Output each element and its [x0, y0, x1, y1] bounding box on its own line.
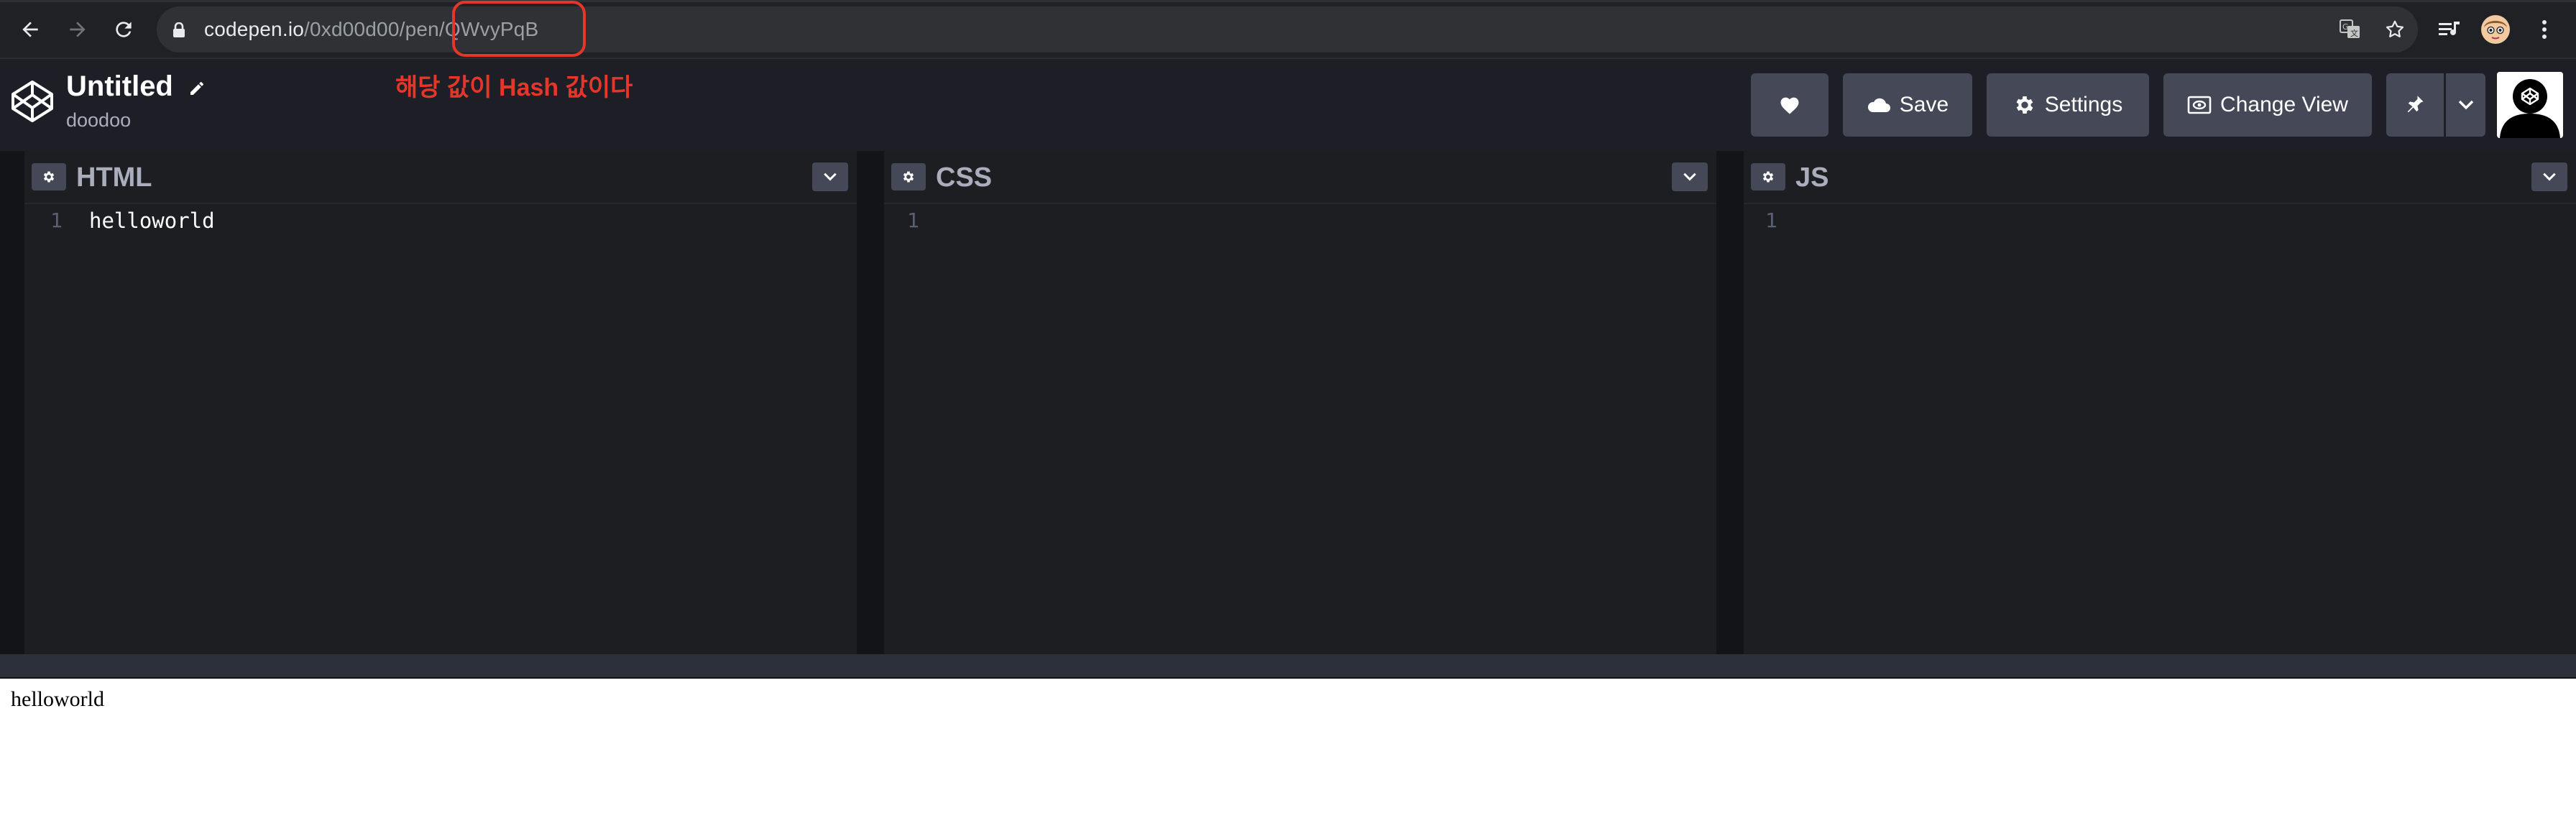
pen-title-text: Untitled — [66, 70, 173, 102]
css-editor-panel: CSS 1 — [884, 151, 1716, 654]
css-collapse-button[interactable] — [1672, 162, 1708, 191]
js-editor-header: JS — [1744, 151, 2576, 204]
pin-dropdown-button[interactable] — [2446, 73, 2485, 137]
editor-area: HTML 1 helloworld CSS 1 JS 1 — [0, 151, 2576, 677]
settings-label: Settings — [2044, 93, 2123, 116]
pencil-icon[interactable] — [188, 72, 206, 104]
heart-button[interactable] — [1751, 73, 1828, 137]
gear-icon — [2016, 96, 2033, 114]
view-icon — [2187, 96, 2212, 114]
menu-icon[interactable] — [2527, 12, 2562, 47]
gear-icon — [43, 171, 55, 183]
heart-icon — [1780, 97, 1799, 114]
forward-icon[interactable] — [60, 12, 95, 47]
js-settings-button[interactable] — [1751, 163, 1785, 191]
chevron-down-icon — [824, 173, 837, 181]
gear-icon — [903, 171, 914, 183]
chevron-down-icon — [1683, 173, 1696, 181]
save-label: Save — [1899, 93, 1949, 116]
js-collapse-button[interactable] — [2531, 162, 2567, 191]
svg-text:文: 文 — [2350, 28, 2358, 38]
js-editor-title: JS — [1795, 162, 1829, 193]
tabstrip-edge — [0, 0, 2576, 2]
translate-icon[interactable]: G文 — [2337, 17, 2363, 42]
user-avatar[interactable] — [2497, 72, 2563, 138]
preview-resizer[interactable] — [0, 654, 2576, 677]
pen-title[interactable]: Untitled — [66, 70, 206, 104]
preview-pane: helloworld — [0, 679, 2576, 821]
hash-annotation: 해당 값이 Hash 값이다 — [395, 74, 633, 101]
gear-icon — [1762, 171, 1774, 183]
address-bar[interactable]: codepen.io/0xd00d00/pen/QWvyPqB G文 — [157, 1, 2418, 57]
media-icon[interactable] — [2432, 12, 2467, 47]
line-number: 1 — [50, 208, 63, 232]
cloud-icon — [1867, 98, 1890, 112]
html-settings-button[interactable] — [32, 163, 66, 191]
preview-output: helloworld — [11, 687, 104, 711]
html-editor-title: HTML — [76, 162, 152, 193]
html-collapse-button[interactable] — [812, 162, 848, 191]
save-button[interactable]: Save — [1843, 73, 1972, 137]
back-icon[interactable] — [13, 12, 47, 47]
change-view-label: Change View — [2220, 93, 2348, 116]
html-editor-header: HTML — [24, 151, 857, 204]
star-icon[interactable] — [2382, 17, 2408, 42]
profile-avatar[interactable] — [2478, 12, 2513, 47]
js-editor-panel: JS 1 — [1744, 151, 2576, 654]
hash-highlight-box — [452, 1, 586, 57]
change-view-button[interactable]: Change View — [2163, 73, 2372, 137]
pin-icon — [2407, 96, 2424, 113]
html-editor-panel: HTML 1 helloworld — [24, 151, 857, 654]
url-path: /0xd00d00/pen/ — [304, 18, 445, 40]
pin-button[interactable] — [2386, 73, 2444, 137]
css-editor-title: CSS — [936, 162, 993, 193]
css-editor-header: CSS — [884, 151, 1716, 204]
svg-text:G: G — [2342, 22, 2349, 32]
line-number: 1 — [907, 208, 919, 232]
css-settings-button[interactable] — [891, 163, 926, 191]
codepen-logo-icon[interactable] — [10, 79, 55, 124]
lock-icon — [172, 22, 185, 42]
browser-toolbar: codepen.io/0xd00d00/pen/QWvyPqB G文 — [0, 0, 2576, 59]
settings-button[interactable]: Settings — [1987, 73, 2149, 137]
html-code[interactable]: helloworld — [89, 208, 215, 233]
chevron-down-icon — [2458, 100, 2473, 110]
url-host: codepen.io — [204, 18, 305, 40]
chevron-down-icon — [2543, 173, 2556, 181]
reload-icon[interactable] — [106, 12, 141, 47]
codepen-header: Untitled doodoo 해당 값이 Hash 값이다 Save Sett… — [0, 59, 2576, 151]
pen-author[interactable]: doodoo — [66, 109, 131, 132]
line-number: 1 — [1765, 208, 1777, 232]
